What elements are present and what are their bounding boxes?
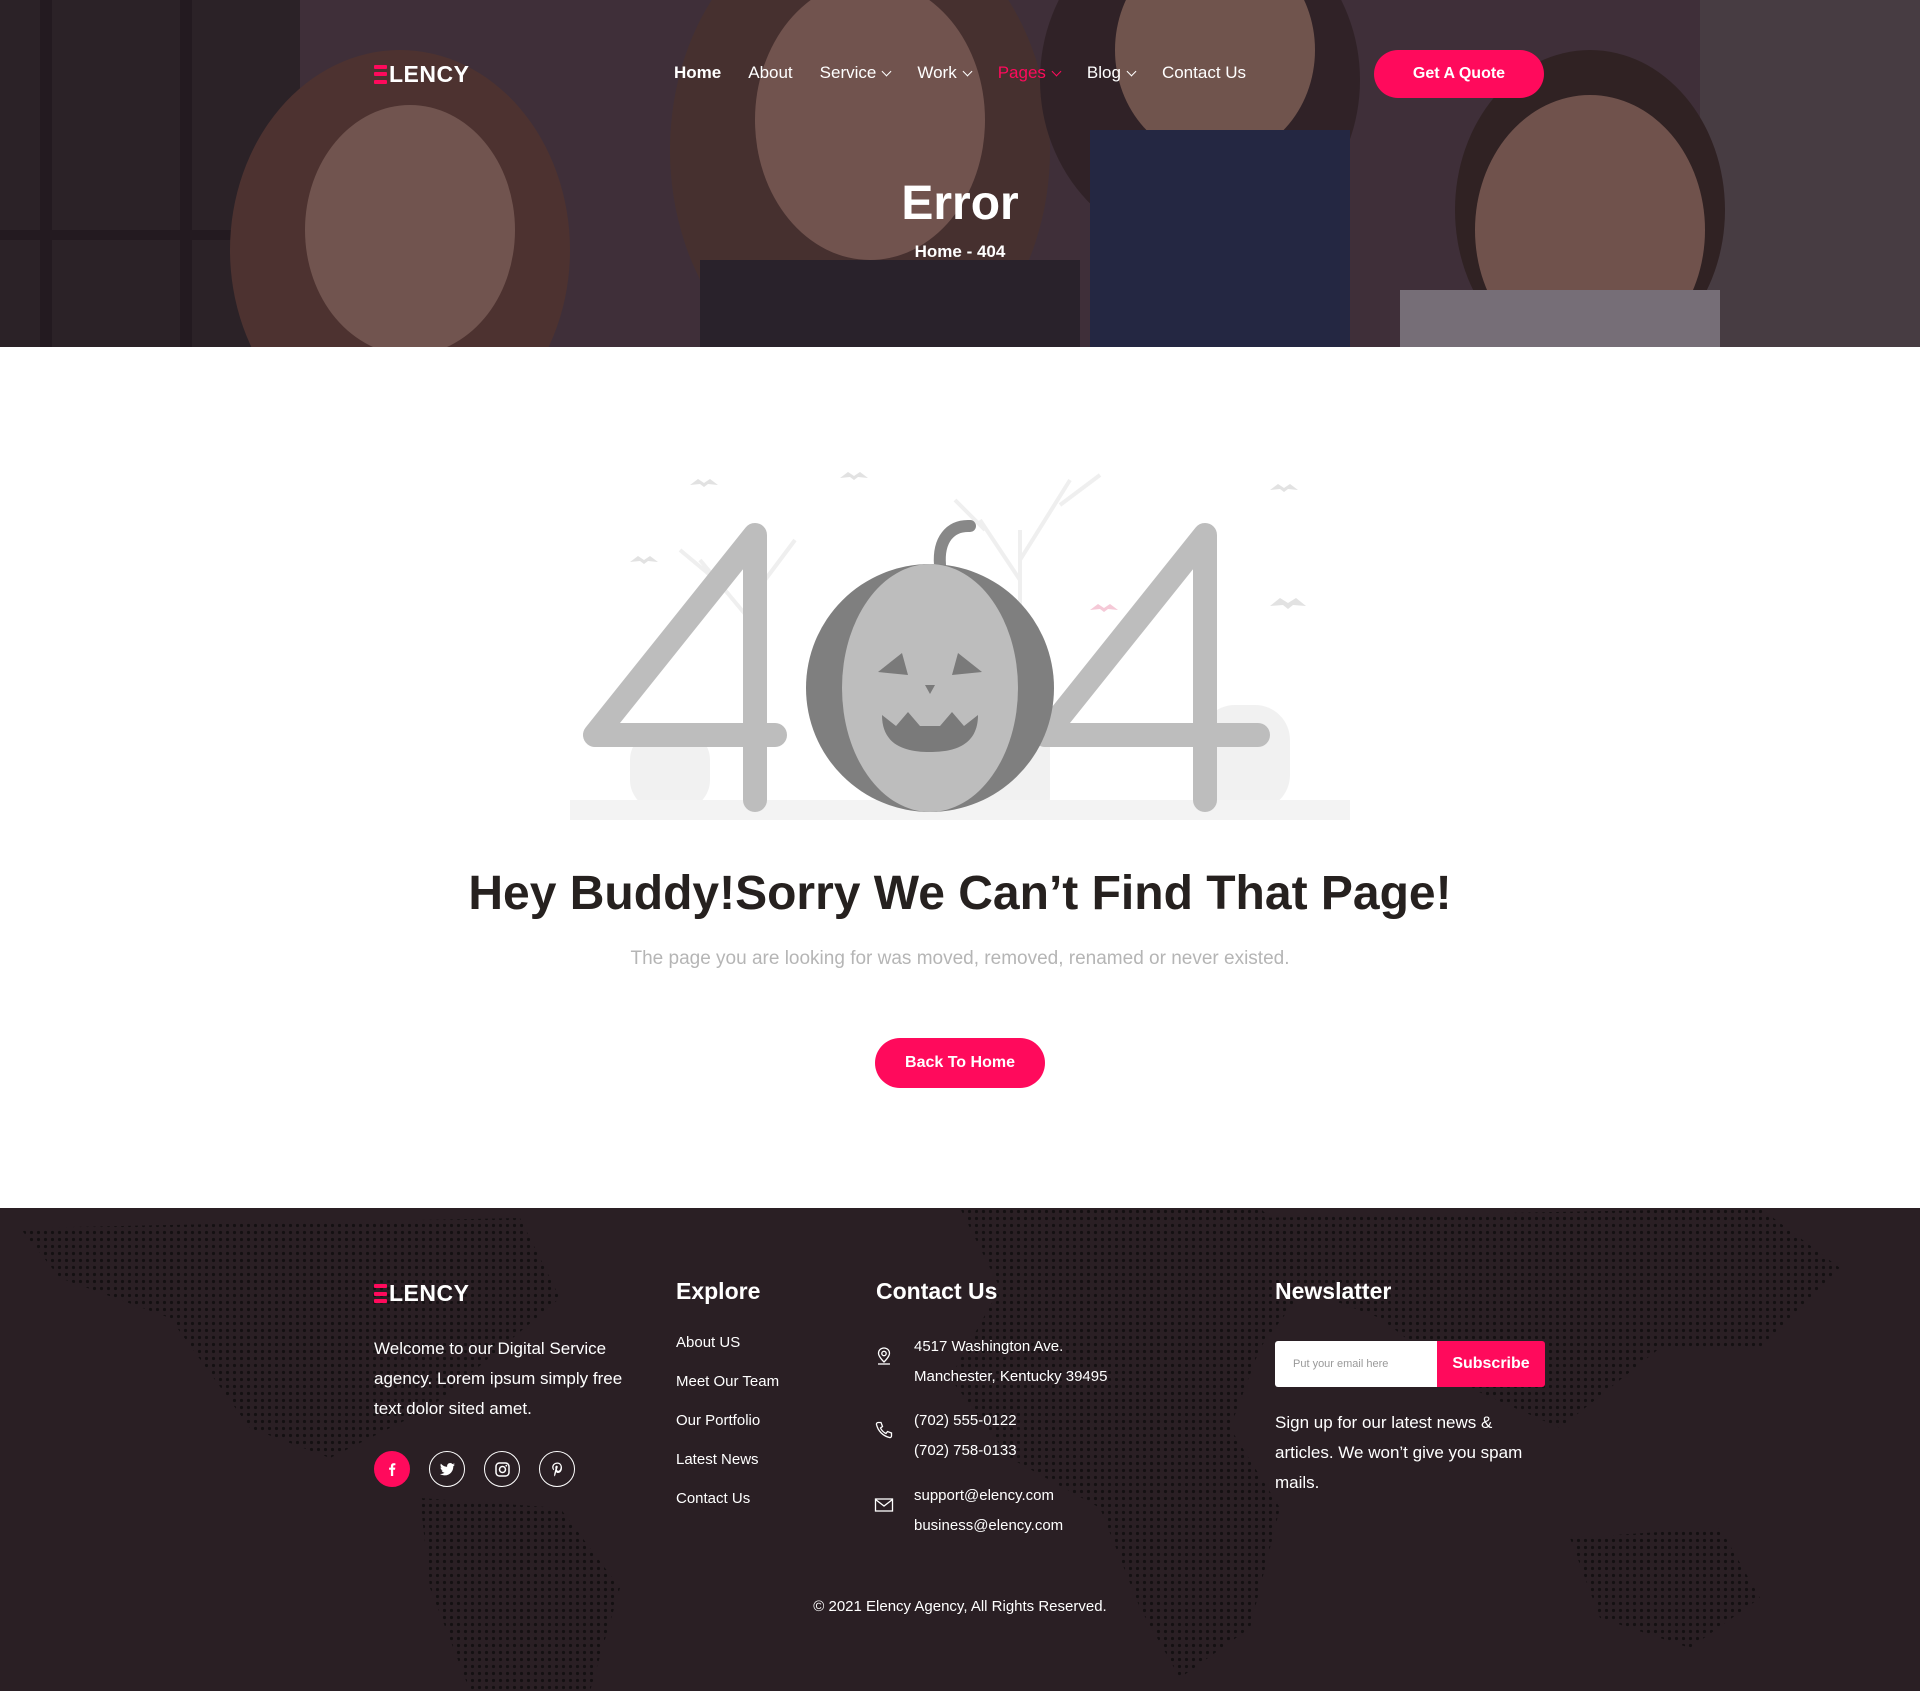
contact-phones: (702) 555-0122 (702) 758-0133: [874, 1406, 1017, 1466]
nav-item-pages[interactable]: Pages: [997, 63, 1062, 83]
chevron-down-icon: [962, 66, 973, 76]
nav-item-service-label: Service: [819, 63, 877, 82]
mail-icon: [874, 1498, 894, 1512]
location-pin-icon: [877, 1347, 891, 1365]
phone-icon: [875, 1421, 893, 1439]
nav-item-pages-label: Pages: [997, 63, 1046, 82]
nav-item-about[interactable]: About: [748, 63, 792, 83]
footer-link-team[interactable]: Meet Our Team: [676, 1373, 779, 1412]
nav-item-blog-label: Blog: [1086, 63, 1121, 82]
newsletter-email-input[interactable]: [1275, 1341, 1437, 1387]
chevron-down-icon: [1051, 66, 1062, 76]
instagram-icon[interactable]: [484, 1451, 520, 1487]
brand-name: LENCY: [389, 60, 470, 87]
page-hero: LENCY Home About Service Work Pages Blog…: [0, 0, 1920, 347]
logo-mark-icon: [374, 1284, 387, 1303]
twitter-icon[interactable]: [429, 1451, 465, 1487]
error-headline: Hey Buddy!Sorry We Can’t Find That Page!: [468, 867, 1452, 920]
pumpkin-icon: [806, 520, 1054, 812]
back-to-home-button[interactable]: Back To Home: [875, 1038, 1045, 1088]
page-title: Error: [901, 177, 1019, 230]
nav-item-work-label: Work: [917, 63, 957, 82]
email-1[interactable]: support@elency.com: [914, 1481, 1063, 1511]
main-menu: Home About Service Work Pages Blog Conta…: [674, 63, 1273, 83]
explore-heading: Explore: [676, 1278, 761, 1304]
footer-link-news[interactable]: Latest News: [676, 1451, 779, 1490]
email-2[interactable]: business@elency.com: [914, 1511, 1063, 1541]
nav-item-home[interactable]: Home: [674, 63, 721, 83]
nav-item-contact[interactable]: Contact Us: [1162, 63, 1246, 83]
nav-item-work[interactable]: Work: [917, 63, 973, 83]
get-quote-button[interactable]: Get A Quote: [1374, 50, 1544, 98]
brand-logo[interactable]: LENCY: [374, 60, 470, 87]
footer-link-contact[interactable]: Contact Us: [676, 1490, 779, 1529]
contact-heading: Contact Us: [876, 1278, 998, 1304]
chevron-down-icon: [881, 66, 892, 76]
error-404-illustration: [570, 472, 1350, 820]
logo-mark-icon: [374, 64, 387, 84]
nav-item-about-label: About: [748, 63, 793, 82]
facebook-icon[interactable]: [374, 1451, 410, 1487]
copyright-text: © 2021 Elency Agency, All Rights Reserve…: [813, 1598, 1107, 1615]
address-line-2: Manchester, Kentucky 39495: [914, 1368, 1108, 1385]
nav-item-blog[interactable]: Blog: [1086, 63, 1137, 83]
pinterest-icon[interactable]: [539, 1451, 575, 1487]
newsletter-heading: Newslatter: [1275, 1278, 1392, 1304]
footer-link-portfolio[interactable]: Our Portfolio: [676, 1412, 779, 1451]
address-line-1: 4517 Washington Ave.: [914, 1338, 1064, 1355]
explore-links: About US Meet Our Team Our Portfolio Lat…: [676, 1334, 779, 1529]
phone-1[interactable]: (702) 555-0122: [914, 1406, 1017, 1436]
newsletter-form: Subscribe: [1275, 1341, 1545, 1387]
footer-logo[interactable]: LENCY: [374, 1280, 469, 1307]
site-footer: LENCY Welcome to our Digital Service age…: [0, 1208, 1920, 1691]
contact-emails: support@elency.com business@elency.com: [874, 1481, 1063, 1541]
nav-item-contact-label: Contact Us: [1161, 63, 1247, 82]
social-links: [374, 1451, 594, 1487]
chevron-down-icon: [1126, 66, 1137, 76]
contact-address: 4517 Washington Ave. Manchester, Kentuck…: [874, 1332, 1107, 1392]
nav-item-home-label: Home: [674, 63, 722, 82]
newsletter-text: Sign up for our latest news & articles. …: [1275, 1413, 1523, 1492]
footer-brand-name: LENCY: [389, 1280, 470, 1306]
nav-item-service[interactable]: Service: [819, 63, 892, 83]
breadcrumb: Home - 404: [914, 242, 1006, 261]
phone-2[interactable]: (702) 758-0133: [914, 1436, 1017, 1466]
footer-about-text: Welcome to our Digital Service agency. L…: [374, 1339, 623, 1418]
error-message: The page you are looking for was moved, …: [630, 948, 1290, 969]
footer-link-about[interactable]: About US: [676, 1334, 779, 1373]
subscribe-button[interactable]: Subscribe: [1437, 1341, 1545, 1387]
main-navbar: LENCY Home About Service Work Pages Blog…: [0, 48, 1920, 100]
